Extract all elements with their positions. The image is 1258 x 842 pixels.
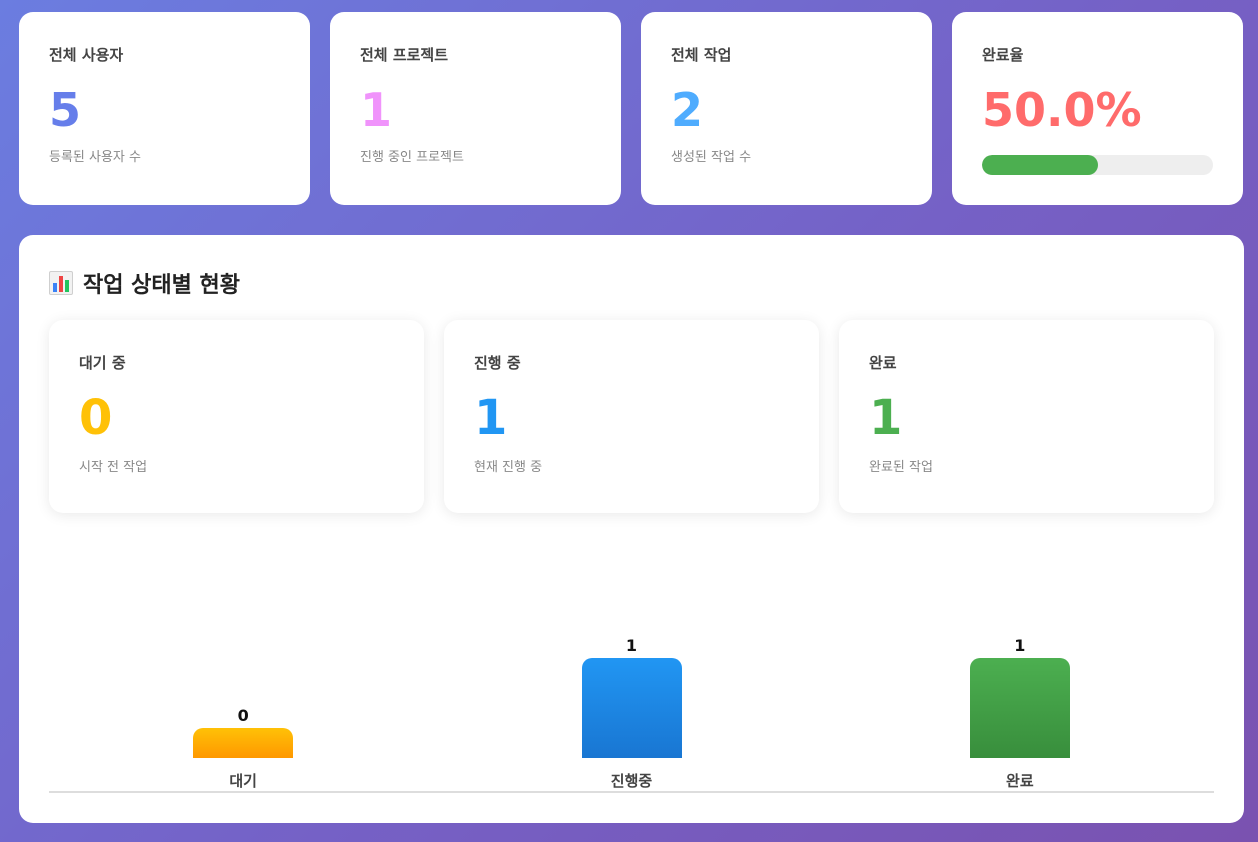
status-bar-chart: 0 대기 1 진행중 1 완료 [49, 565, 1214, 793]
bar-value-label: 1 [1014, 636, 1026, 655]
status-card-pending: 대기 중 0 시작 전 작업 [49, 320, 424, 513]
stat-label: 완료율 [982, 46, 1024, 64]
status-card-in-progress: 진행 중 1 현재 진행 중 [444, 320, 819, 513]
bar-value-label: 1 [625, 636, 638, 655]
stat-card-tasks: 전체 작업 2 생성된 작업 수 [641, 12, 932, 205]
status-card-completed: 완료 1 완료된 작업 [839, 320, 1214, 513]
task-status-panel: 작업 상태별 현황 대기 중 0 시작 전 작업 진행 중 1 현재 진행 중 … [19, 235, 1244, 823]
bar-category-label: 완료 [1006, 772, 1034, 790]
bar-category-label: 진행중 [610, 772, 653, 790]
bar-category-label: 대기 [229, 772, 257, 790]
stat-label: 전체 사용자 [49, 46, 124, 64]
chart-bar [581, 658, 682, 758]
stat-card-projects: 전체 프로젝트 1 진행 중인 프로젝트 [330, 12, 621, 205]
bar-chart-icon [49, 271, 73, 295]
stat-label: 전체 프로젝트 [360, 46, 449, 64]
status-label: 진행 중 [474, 354, 521, 372]
status-value: 1 [869, 390, 903, 446]
chart-bar [969, 658, 1070, 758]
stat-value: 2 [671, 83, 704, 137]
bar-group: 1 완료 [920, 565, 1120, 793]
stat-card-users: 전체 사용자 5 등록된 사용자 수 [19, 12, 310, 205]
status-value: 0 [79, 390, 113, 446]
status-desc: 현재 진행 중 [474, 460, 543, 475]
stat-desc: 등록된 사용자 수 [49, 150, 141, 165]
status-desc: 완료된 작업 [869, 460, 933, 475]
stat-card-completion-rate: 완료율 50.0% [952, 12, 1243, 205]
stat-value: 50.0% [982, 83, 1142, 137]
stat-label: 전체 작업 [671, 46, 732, 64]
completion-progress-fill [982, 155, 1098, 175]
status-desc: 시작 전 작업 [79, 460, 148, 475]
status-cards: 대기 중 0 시작 전 작업 진행 중 1 현재 진행 중 완료 1 완료된 작… [49, 320, 1214, 513]
bar-group: 1 진행중 [532, 565, 732, 793]
completion-progress-bar [982, 155, 1213, 175]
stat-value: 1 [360, 83, 393, 137]
bar-group: 0 대기 [143, 565, 343, 793]
status-label: 완료 [869, 354, 897, 372]
status-value: 1 [474, 390, 508, 446]
chart-bar [193, 728, 294, 758]
panel-header: 작업 상태별 현황 [49, 265, 1214, 301]
status-label: 대기 중 [79, 354, 126, 372]
summary-stats: 전체 사용자 5 등록된 사용자 수 전체 프로젝트 1 진행 중인 프로젝트 … [19, 12, 1244, 205]
stat-value: 5 [49, 83, 82, 137]
stat-desc: 생성된 작업 수 [671, 150, 752, 165]
panel-title: 작업 상태별 현황 [83, 273, 240, 298]
stat-desc: 진행 중인 프로젝트 [360, 150, 464, 165]
bar-value-label: 0 [237, 706, 249, 725]
